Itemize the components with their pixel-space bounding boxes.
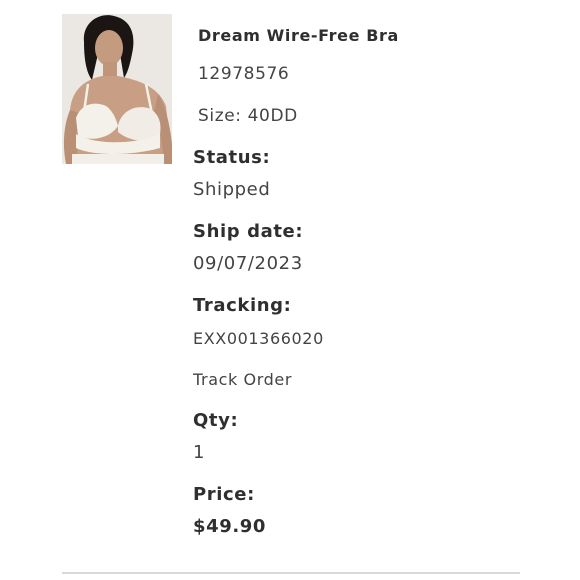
status-value: Shipped <box>193 179 271 200</box>
section-divider <box>62 572 520 574</box>
qty-value: 1 <box>193 442 206 463</box>
ship-date-label: Ship date: <box>193 221 304 242</box>
product-image[interactable] <box>62 14 172 164</box>
price-value: $49.90 <box>193 516 267 537</box>
product-name[interactable]: Dream Wire-Free Bra <box>198 26 399 45</box>
ship-date-value: 09/07/2023 <box>193 253 303 274</box>
track-order-link[interactable]: Track Order <box>193 370 292 389</box>
product-size: Size: 40DD <box>198 106 298 126</box>
qty-label: Qty: <box>193 410 239 431</box>
product-sku: 12978576 <box>198 64 290 84</box>
tracking-label: Tracking: <box>193 295 292 316</box>
status-label: Status: <box>193 147 271 168</box>
product-photo <box>62 14 172 164</box>
price-label: Price: <box>193 484 255 505</box>
tracking-number: EXX001366020 <box>193 329 324 348</box>
